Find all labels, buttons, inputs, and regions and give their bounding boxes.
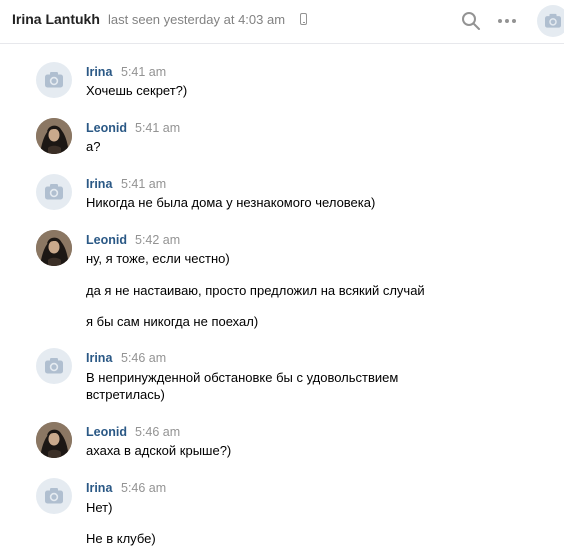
message-text: Не в клубе): [86, 531, 156, 546]
message-text: Хочешь секрет?): [86, 83, 188, 98]
camera-avatar-icon[interactable]: [36, 478, 72, 514]
user-photo-avatar[interactable]: [36, 230, 72, 266]
message-author[interactable]: Irina: [86, 481, 112, 495]
message-time[interactable]: 5:46 am: [121, 481, 166, 495]
message-text: я бы сам никогда не поехал): [86, 314, 259, 329]
camera-avatar-icon[interactable]: [36, 348, 72, 384]
message-text: В непринужденной обстановке бы с удоволь…: [86, 370, 399, 385]
message-author[interactable]: Leonid: [86, 233, 127, 247]
message-history: Irina 5:41 am Хочешь секрет?) Leonid 5:4…: [0, 44, 564, 560]
message-text: ну, я тоже, если честно): [86, 251, 230, 266]
message-text: да я не настаиваю, просто предложил на в…: [86, 283, 425, 298]
message-time[interactable]: 5:41 am: [121, 177, 166, 191]
camera-avatar-icon[interactable]: [36, 174, 72, 210]
chat-header: Irina Lantukh last seen yesterday at 4:0…: [0, 0, 564, 44]
message-author[interactable]: Leonid: [86, 121, 127, 135]
message-text: а?: [86, 139, 101, 154]
message-text: Никогда не была дома у незнакомого челов…: [86, 195, 376, 210]
last-seen-status: last seen yesterday at 4:03 am: [108, 12, 286, 27]
message-time[interactable]: 5:42 am: [135, 233, 180, 247]
message-author[interactable]: Irina: [86, 65, 112, 79]
message-author[interactable]: Irina: [86, 177, 112, 191]
user-photo-avatar[interactable]: [36, 118, 72, 154]
message-text: ахаха в адской крыше?): [86, 443, 232, 458]
camera-avatar-icon[interactable]: [537, 5, 564, 37]
message-time[interactable]: 5:41 am: [135, 121, 180, 135]
message-text: Нет): [86, 500, 113, 515]
contact-name[interactable]: Irina Lantukh: [12, 11, 100, 27]
message-author[interactable]: Leonid: [86, 425, 127, 439]
search-icon[interactable]: [461, 11, 481, 31]
message-time[interactable]: 5:41 am: [121, 65, 166, 79]
more-icon[interactable]: [497, 18, 517, 24]
message-author[interactable]: Irina: [86, 351, 112, 365]
message-text: встретилась): [86, 387, 165, 402]
message-time[interactable]: 5:46 am: [135, 425, 180, 439]
user-photo-avatar[interactable]: [36, 422, 72, 458]
phone-icon: [300, 13, 307, 25]
camera-avatar-icon[interactable]: [36, 62, 72, 98]
message-time[interactable]: 5:46 am: [121, 351, 166, 365]
